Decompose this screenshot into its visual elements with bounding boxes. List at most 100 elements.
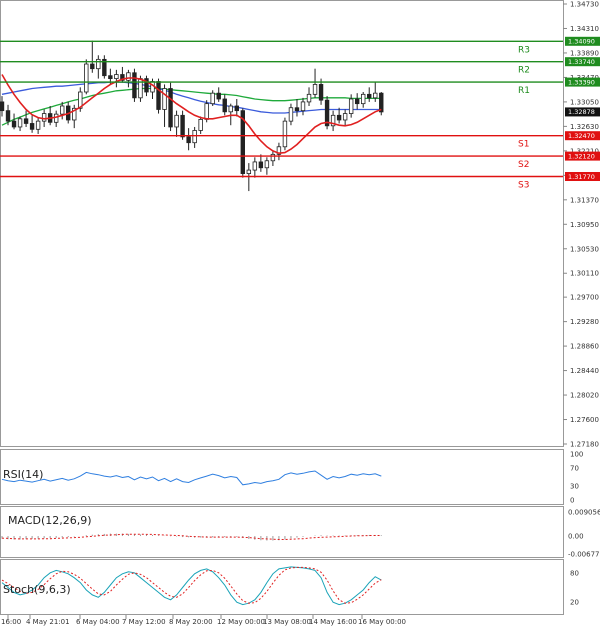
bull-candle bbox=[312, 84, 318, 95]
level-label-s1: S1 bbox=[518, 140, 529, 150]
bear-candle bbox=[294, 107, 300, 112]
bear-candle bbox=[108, 75, 113, 79]
bull-candle bbox=[198, 118, 203, 131]
price-tick-label: 1.28440 bbox=[570, 367, 599, 375]
time-tick-label: 8 May 20:00 bbox=[169, 618, 213, 626]
current-price-badge-value: 1.32878 bbox=[568, 108, 595, 116]
rsi-tick-label: 70 bbox=[570, 464, 579, 472]
stoch-tick-label: 80 bbox=[570, 569, 579, 577]
bull-candle bbox=[114, 74, 119, 79]
bull-candle bbox=[162, 88, 167, 110]
price-tick-label: 1.34310 bbox=[570, 25, 599, 33]
bull-candle bbox=[41, 113, 47, 122]
time-tick-label: 16 May 00:00 bbox=[358, 618, 406, 626]
level-badge-value: 1.32120 bbox=[568, 152, 595, 160]
level-label-r3: R3 bbox=[518, 45, 530, 55]
time-axis: 16:00 4 May 21:01 6 May 04:00 7 May 12:00 8 … bbox=[1, 615, 406, 626]
time-tick-label: 14 May 16:00 bbox=[309, 618, 357, 626]
bear-candle bbox=[186, 136, 191, 144]
level-label-s2: S2 bbox=[518, 160, 529, 170]
bull-candle bbox=[252, 161, 258, 171]
bear-candle bbox=[354, 98, 360, 105]
bear-candle bbox=[318, 84, 324, 101]
stoch-tick-label: 20 bbox=[570, 599, 579, 607]
bull-candle bbox=[270, 153, 276, 162]
bear-candle bbox=[5, 110, 11, 122]
time-tick-label: 6 May 04:00 bbox=[76, 618, 120, 626]
level-badge-value: 1.31770 bbox=[568, 173, 595, 181]
bear-candle bbox=[180, 114, 185, 138]
time-tick-label: 7 May 12:00 bbox=[122, 618, 166, 626]
bull-candle bbox=[306, 93, 312, 103]
bull-candle bbox=[246, 169, 252, 174]
bull-candle bbox=[204, 103, 209, 120]
price-tick-label: 1.29280 bbox=[570, 318, 599, 326]
rsi-title: RSI(14) bbox=[3, 468, 43, 481]
bull-candle bbox=[300, 101, 306, 112]
time-tick-label: 13 May 08:00 bbox=[263, 618, 311, 626]
bull-candle bbox=[288, 107, 294, 122]
level-badge-value: 1.33390 bbox=[568, 78, 595, 86]
level-badge-value: 1.32470 bbox=[568, 132, 595, 140]
bull-candle bbox=[210, 92, 215, 105]
time-tick-label: 16:00 bbox=[1, 618, 21, 626]
macd-tick-label: -0.006777 bbox=[568, 551, 600, 559]
level-badge-value: 1.33740 bbox=[568, 58, 595, 66]
bull-candle bbox=[84, 63, 89, 93]
price-tick-label: 1.30530 bbox=[570, 245, 599, 253]
bull-candle bbox=[60, 105, 65, 115]
price-tick-label: 1.28020 bbox=[570, 392, 599, 400]
bear-candle bbox=[234, 105, 239, 112]
bull-candle bbox=[174, 114, 179, 128]
price-tick-label: 1.31370 bbox=[570, 196, 599, 204]
bull-candle bbox=[17, 118, 23, 128]
time-tick-label: 4 May 21:01 bbox=[26, 618, 70, 626]
bull-candle bbox=[342, 113, 348, 121]
level-label-r2: R2 bbox=[518, 66, 530, 76]
stoch-title: Stoch(9,6,3) bbox=[3, 583, 71, 596]
price-tick-label: 1.27600 bbox=[570, 416, 599, 424]
bear-candle bbox=[168, 88, 173, 128]
price-tick-label: 1.30950 bbox=[570, 221, 599, 229]
macd-tick-label: 0.00 bbox=[568, 533, 584, 541]
bull-candle bbox=[35, 120, 41, 130]
price-tick-label: 1.33890 bbox=[570, 49, 599, 57]
price-tick-label: 1.33050 bbox=[570, 98, 599, 106]
bull-candle bbox=[53, 113, 59, 123]
bull-candle bbox=[228, 105, 233, 113]
price-tick-label: 1.27180 bbox=[570, 441, 599, 449]
rsi-tick-label: 30 bbox=[570, 483, 579, 491]
bull-candle bbox=[373, 92, 378, 99]
bear-candle bbox=[0, 101, 5, 112]
bear-candle bbox=[29, 123, 35, 130]
forex-chart: 1.347301.343101.338901.334701.330501.326… bbox=[0, 0, 600, 626]
bull-candle bbox=[192, 130, 197, 144]
bear-candle bbox=[216, 92, 221, 100]
bear-candle bbox=[258, 161, 264, 169]
bull-candle bbox=[360, 93, 366, 105]
price-tick-label: 1.29700 bbox=[570, 294, 599, 302]
bear-candle bbox=[336, 114, 342, 121]
rsi-tick-label: 0 bbox=[570, 497, 574, 505]
bear-candle bbox=[156, 81, 161, 110]
bull-candle bbox=[96, 58, 101, 70]
bear-candle bbox=[11, 120, 17, 128]
bull-candle bbox=[348, 98, 354, 114]
rsi-tick-label: 100 bbox=[570, 451, 583, 459]
time-tick-label: 12 May 00:00 bbox=[217, 618, 265, 626]
bear-candle bbox=[90, 63, 95, 70]
price-tick-label: 1.30110 bbox=[570, 270, 599, 278]
level-badge-value: 1.34090 bbox=[568, 38, 595, 46]
level-label-r1: R1 bbox=[518, 86, 530, 96]
price-tick-label: 1.32630 bbox=[570, 123, 599, 131]
bull-candle bbox=[282, 120, 288, 148]
macd-tick-label: 0.009056 bbox=[568, 509, 600, 517]
bull-candle bbox=[264, 160, 270, 169]
bear-candle bbox=[222, 98, 227, 113]
bull-candle bbox=[126, 72, 131, 81]
price-tick-label: 1.34730 bbox=[570, 1, 599, 9]
level-label-s3: S3 bbox=[518, 181, 529, 191]
bear-candle bbox=[132, 72, 137, 99]
stoch-panel-frame bbox=[0, 559, 564, 615]
price-tick-label: 1.28860 bbox=[570, 343, 599, 351]
